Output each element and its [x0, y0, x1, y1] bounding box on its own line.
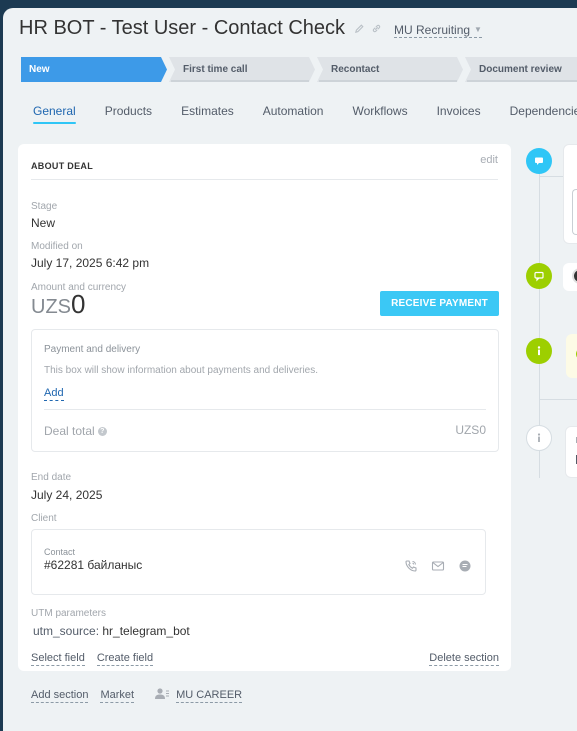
stage-label: New — [29, 64, 50, 75]
card-title: ABOUT DEAL — [31, 161, 93, 171]
contact-actions — [403, 558, 473, 574]
history-panel — [565, 426, 577, 478]
stage-label: Stage — [31, 201, 58, 212]
comment-editor-panel[interactable] — [563, 144, 577, 244]
contact-label: Contact — [44, 547, 76, 557]
info-icon[interactable] — [526, 338, 552, 364]
amount-value[interactable]: UZS 0 — [31, 289, 85, 320]
pipeline-select[interactable]: MU Recruiting ▼ — [394, 23, 482, 38]
select-field-link[interactable]: Select field — [31, 652, 85, 666]
end-date-label: End date — [31, 472, 72, 483]
stage-bar: New First time call Recontact Document revi… — [21, 57, 577, 82]
tab-invoices[interactable]: Invoices — [437, 104, 481, 124]
delete-section-link[interactable]: Delete section — [429, 652, 499, 666]
tab-products[interactable]: Products — [105, 104, 152, 124]
contact-card: Contact #62281 байланыс — [31, 529, 486, 595]
payment-delivery-box: Payment and delivery This box will show … — [31, 329, 499, 452]
info-panel — [566, 334, 577, 378]
amount-number: 0 — [71, 289, 86, 319]
stage-new[interactable]: New — [21, 57, 169, 82]
title-row: HR BOT - Test User - Contact Check MU Re… — [19, 17, 482, 40]
utm-label: UTM parameters — [31, 608, 107, 619]
stage-label: Document review — [479, 64, 562, 75]
info-outline-icon[interactable] — [526, 425, 552, 451]
contact-name[interactable]: #62281 байланыс — [44, 558, 142, 572]
chevron-down-icon: ▼ — [474, 24, 482, 34]
modified-value: July 17, 2025 6:42 pm — [31, 256, 150, 270]
title-actions — [354, 21, 382, 39]
user-icon — [154, 687, 170, 704]
tab-automation[interactable]: Automation — [263, 104, 324, 124]
tab-workflows[interactable]: Workflows — [352, 104, 407, 124]
stage-value[interactable]: New — [31, 216, 55, 230]
card-footer-links: Select field Create field — [31, 652, 154, 666]
activity-panel — [563, 263, 577, 291]
chat-icon[interactable] — [526, 263, 552, 289]
link-icon[interactable] — [371, 21, 382, 39]
receive-payment-button[interactable]: RECEIVE PAYMENT — [380, 291, 499, 316]
client-label: Client — [31, 513, 57, 524]
comment-input[interactable] — [572, 189, 577, 235]
deal-total-text: Deal total — [44, 424, 95, 438]
timeline-connector — [539, 399, 577, 400]
deal-total-label: Deal total ? — [44, 424, 107, 438]
add-payment-link[interactable]: Add — [44, 387, 64, 401]
stage-document-review[interactable]: Document review — [465, 57, 577, 82]
card-header: ABOUT DEAL edit — [31, 154, 498, 180]
modified-label: Modified on — [31, 241, 83, 252]
utm-value: hr_telegram_bot — [102, 624, 190, 638]
deal-window: HR BOT - Test User - Contact Check MU Re… — [3, 8, 577, 731]
market-link[interactable]: Market — [100, 689, 135, 703]
phone-icon[interactable] — [403, 558, 419, 574]
mu-career-link[interactable]: MU CAREER — [176, 689, 243, 703]
stage-first-time-call[interactable]: First time call — [169, 57, 317, 82]
deal-total-value: UZS0 — [455, 423, 486, 437]
page-title: HR BOT - Test User - Contact Check — [19, 17, 346, 39]
payment-delivery-hint: This box will show information about pay… — [44, 365, 319, 376]
edit-button[interactable]: edit — [480, 154, 498, 166]
comment-icon[interactable] — [526, 148, 552, 174]
end-date-value[interactable]: July 24, 2025 — [31, 488, 102, 502]
create-field-link[interactable]: Create field — [96, 652, 154, 666]
help-icon[interactable]: ? — [97, 426, 107, 436]
avatar — [572, 268, 577, 284]
pipeline-select-label: MU Recruiting — [394, 22, 471, 37]
payment-delivery-title: Payment and delivery — [44, 344, 141, 355]
stage-label: First time call — [183, 64, 248, 75]
tab-estimates[interactable]: Estimates — [181, 104, 234, 124]
stage-label: Recontact — [331, 64, 380, 75]
utm-key: utm_source: — [33, 624, 100, 638]
tab-general[interactable]: General — [33, 104, 76, 124]
mail-icon[interactable] — [430, 558, 446, 574]
page-footer-links: Add section Market MU CAREER — [31, 687, 243, 704]
tab-dependencies[interactable]: Dependencies — [510, 104, 577, 124]
chat-icon[interactable] — [457, 558, 473, 574]
pencil-icon[interactable] — [354, 21, 365, 39]
amount-currency: UZS — [31, 296, 71, 318]
about-deal-card: ABOUT DEAL edit Stage New Modified on Ju… — [18, 144, 511, 671]
divider — [44, 409, 486, 410]
utm-row: utm_source: hr_telegram_bot — [33, 624, 190, 638]
tab-bar: General Products Estimates Automation Workfl… — [33, 104, 577, 124]
stage-recontact[interactable]: Recontact — [317, 57, 465, 82]
add-section-link[interactable]: Add section — [31, 689, 89, 703]
